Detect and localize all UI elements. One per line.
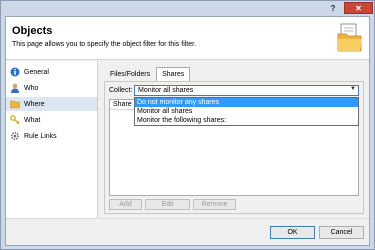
page-subtitle: This page allows you to specify the obje… [12, 41, 197, 48]
dialog-window: ? ✕ Objects This page allows you to spec… [0, 0, 375, 250]
ok-button[interactable]: OK [270, 226, 315, 239]
folder-icon [10, 100, 20, 109]
sidebar-item-label: Who [24, 84, 39, 92]
close-button[interactable]: ✕ [344, 2, 373, 14]
cancel-button[interactable]: Cancel [319, 226, 364, 239]
chevron-down-icon: ▼ [350, 86, 356, 92]
page-title: Objects [12, 25, 53, 37]
remove-button[interactable]: Remove [193, 199, 236, 210]
collect-dropdown: Do not monitor any shares Monitor all sh… [134, 97, 359, 126]
dropdown-option[interactable]: Monitor the following shares: [135, 116, 358, 125]
sidebar-nav: General Who Where What Rule Links [6, 61, 98, 218]
sidebar-item-who[interactable]: Who [6, 81, 97, 95]
dialog-footer: OK Cancel [6, 218, 369, 245]
title-bar: ? ✕ [1, 1, 374, 15]
sidebar-item-label: What [24, 116, 41, 124]
content-panel: Files/Folders Shares Collect: Share Moni… [98, 61, 369, 218]
tab-body: Collect: Share Monitor all shares ▼ Do n… [104, 81, 364, 214]
sidebar-item-what[interactable]: What [6, 113, 97, 127]
dialog-client: Objects This page allows you to specify … [5, 16, 370, 246]
sidebar-item-label: Rule Links [24, 132, 57, 140]
tab-shares[interactable]: Shares [156, 67, 191, 81]
edit-button[interactable]: Edit [145, 199, 190, 210]
key-icon [10, 115, 20, 125]
dropdown-option[interactable]: Do not monitor any shares [135, 98, 358, 107]
sidebar-item-rule-links[interactable]: Rule Links [6, 129, 97, 143]
add-button[interactable]: Add [109, 199, 142, 210]
help-button[interactable]: ? [323, 2, 343, 14]
sidebar-item-label: General [24, 68, 49, 76]
collect-select-value: Monitor all shares [138, 87, 194, 94]
tab-strip: Files/Folders Shares [104, 67, 191, 81]
gear-icon [10, 131, 20, 141]
page-header: Objects This page allows you to specify … [6, 17, 369, 60]
collect-select[interactable]: Monitor all shares ▼ [134, 85, 359, 96]
dropdown-option[interactable]: Monitor all shares [135, 107, 358, 116]
folder-document-icon [337, 23, 362, 52]
sidebar-item-general[interactable]: General [6, 65, 97, 79]
user-icon [11, 83, 19, 93]
info-icon [10, 67, 20, 77]
sidebar-item-label: Where [24, 100, 45, 108]
tab-files-folders[interactable]: Files/Folders [104, 67, 156, 81]
collect-label: Collect: [109, 87, 133, 94]
sidebar-item-where[interactable]: Where [6, 97, 97, 111]
